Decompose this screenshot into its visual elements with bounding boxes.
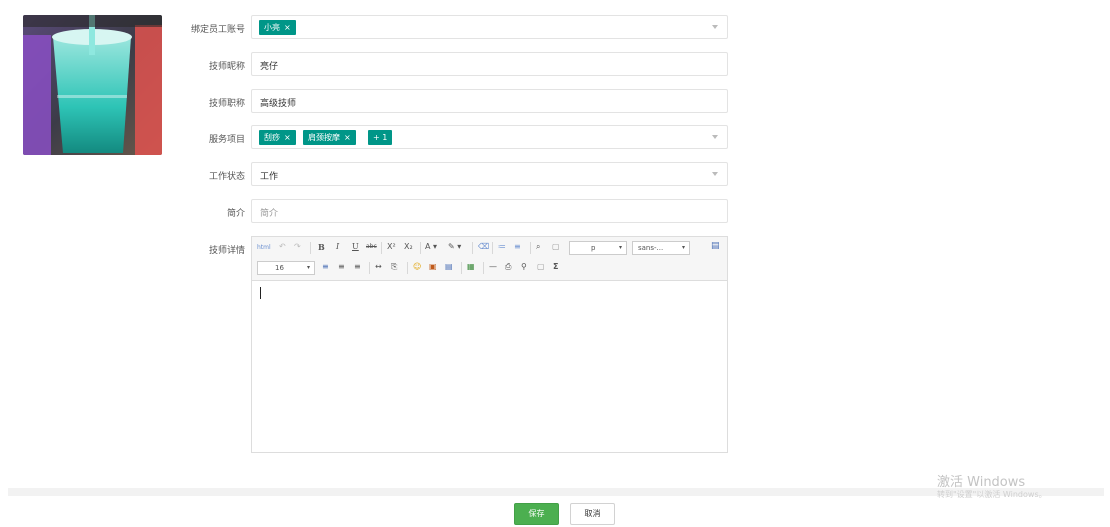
- template-icon[interactable]: ▢: [537, 261, 545, 273]
- toolbar-divider: [369, 262, 370, 274]
- strikethrough-icon[interactable]: abc: [366, 241, 377, 253]
- font-size-select-value: 16: [275, 264, 284, 272]
- paragraph-select[interactable]: p ▾: [569, 241, 627, 255]
- paste-icon[interactable]: ▢: [552, 241, 560, 253]
- chevron-down-icon[interactable]: [712, 172, 718, 176]
- services-select[interactable]: 刮痧 × 肩颈按摩 × + 1: [251, 125, 728, 149]
- status-label: 工作状态: [208, 172, 245, 182]
- text-cursor: [260, 287, 261, 299]
- save-button[interactable]: 保存: [514, 503, 559, 525]
- service-tag-label: 刮痧: [264, 133, 280, 142]
- employee-select[interactable]: 小亮 ×: [251, 15, 728, 39]
- chevron-down-icon: ▾: [306, 264, 310, 271]
- windows-activation-hint: 转到"设置"以激活 Windows。: [937, 490, 1047, 499]
- chevron-down-icon: ▾: [681, 244, 685, 251]
- font-color-icon[interactable]: A ▾: [425, 241, 437, 253]
- intro-label: 简介: [226, 209, 245, 219]
- title-label: 技师职称: [208, 99, 245, 109]
- nickname-label: 技师昵称: [208, 62, 245, 72]
- ordered-list-icon[interactable]: ≔: [498, 241, 506, 253]
- superscript-icon[interactable]: X²: [387, 241, 396, 253]
- font-family-select[interactable]: sans-... ▾: [632, 241, 690, 255]
- table-icon[interactable]: ▦: [467, 261, 475, 273]
- italic-icon[interactable]: I: [336, 241, 339, 253]
- status-select[interactable]: 工作: [251, 162, 728, 186]
- remove-tag-icon[interactable]: ×: [284, 133, 291, 142]
- technician-photo[interactable]: [23, 15, 162, 155]
- align-left-icon[interactable]: ≡: [322, 261, 329, 273]
- fullscreen-icon[interactable]: ▤: [711, 240, 720, 252]
- clear-format-icon[interactable]: ⌫: [478, 241, 489, 253]
- services-label: 服务项目: [208, 135, 245, 145]
- photo-image: [23, 15, 162, 155]
- toolbar-divider: [472, 242, 473, 254]
- chevron-down-icon: ▾: [618, 244, 622, 251]
- chevron-down-icon[interactable]: [712, 25, 718, 29]
- print-icon[interactable]: ⎙: [505, 261, 511, 273]
- link-icon[interactable]: ↔: [375, 261, 382, 273]
- toolbar-divider: [310, 242, 311, 254]
- formula-icon[interactable]: Σ: [553, 261, 558, 273]
- underline-icon[interactable]: U: [352, 241, 359, 253]
- horizontal-rule-icon[interactable]: —: [489, 261, 497, 273]
- toolbar-divider: [407, 262, 408, 274]
- toolbar-divider: [530, 242, 531, 254]
- unlink-icon[interactable]: ⎘: [391, 261, 397, 273]
- find-icon[interactable]: ⌕: [536, 241, 540, 253]
- toolbar-divider: [381, 242, 382, 254]
- align-center-icon[interactable]: ≡: [338, 261, 345, 273]
- service-tag[interactable]: 肩颈按摩 ×: [303, 130, 356, 145]
- unordered-list-icon[interactable]: ≡: [514, 241, 521, 253]
- windows-activation-title: 激活 Windows: [937, 475, 1026, 490]
- title-input[interactable]: 高级技师: [251, 89, 728, 113]
- undo-icon[interactable]: ↶: [279, 241, 286, 253]
- toolbar-divider: [483, 262, 484, 274]
- bold-icon[interactable]: B: [318, 241, 325, 253]
- employee-tag[interactable]: 小亮 ×: [259, 20, 296, 35]
- toolbar-divider: [420, 242, 421, 254]
- remove-tag-icon[interactable]: ×: [344, 133, 351, 142]
- nickname-value: 亮仔: [260, 62, 279, 72]
- employee-tag-label: 小亮: [264, 23, 280, 32]
- toolbar-divider: [461, 262, 462, 274]
- status-value: 工作: [260, 172, 279, 182]
- paragraph-select-value: p: [591, 244, 596, 252]
- html-source-icon[interactable]: html: [257, 242, 271, 254]
- cancel-button[interactable]: 取消: [570, 503, 615, 525]
- emoji-icon[interactable]: ☺: [413, 261, 421, 273]
- image-icon[interactable]: ▣: [429, 261, 437, 273]
- font-size-select[interactable]: 16 ▾: [257, 261, 315, 275]
- intro-input[interactable]: 简介: [251, 199, 728, 223]
- align-right-icon[interactable]: ≡: [354, 261, 361, 273]
- service-tag[interactable]: 刮痧 ×: [259, 130, 296, 145]
- preview-icon[interactable]: ⚲: [521, 261, 527, 273]
- subscript-icon[interactable]: X₂: [404, 241, 413, 253]
- nickname-input[interactable]: 亮仔: [251, 52, 728, 76]
- remove-tag-icon[interactable]: ×: [284, 23, 291, 32]
- service-tag-label: 肩颈按摩: [308, 133, 340, 142]
- service-more-tag[interactable]: + 1: [368, 130, 393, 145]
- technician-form-page: 绑定员工账号 小亮 × 技师昵称 亮仔 技师职称 高级技师 服务项目 刮痧 × 肩颈…: [0, 0, 1110, 527]
- chevron-down-icon[interactable]: [712, 135, 718, 139]
- font-family-select-value: sans-...: [638, 244, 664, 252]
- employee-label: 绑定员工账号: [190, 25, 245, 35]
- highlight-color-icon[interactable]: ✎ ▾: [448, 241, 461, 253]
- redo-icon[interactable]: ↷: [294, 241, 301, 253]
- toolbar-divider: [492, 242, 493, 254]
- video-icon[interactable]: ▤: [445, 261, 453, 273]
- rich-text-editor[interactable]: html ↶ ↷ B I U abc X² X₂ A ▾ ✎ ▾ ⌫ ≔ ≡ ⌕…: [251, 236, 728, 453]
- intro-placeholder: 简介: [260, 209, 279, 219]
- title-value: 高级技师: [260, 99, 297, 109]
- detail-label: 技师详情: [208, 246, 245, 256]
- editor-toolbar: html ↶ ↷ B I U abc X² X₂ A ▾ ✎ ▾ ⌫ ≔ ≡ ⌕…: [252, 237, 727, 281]
